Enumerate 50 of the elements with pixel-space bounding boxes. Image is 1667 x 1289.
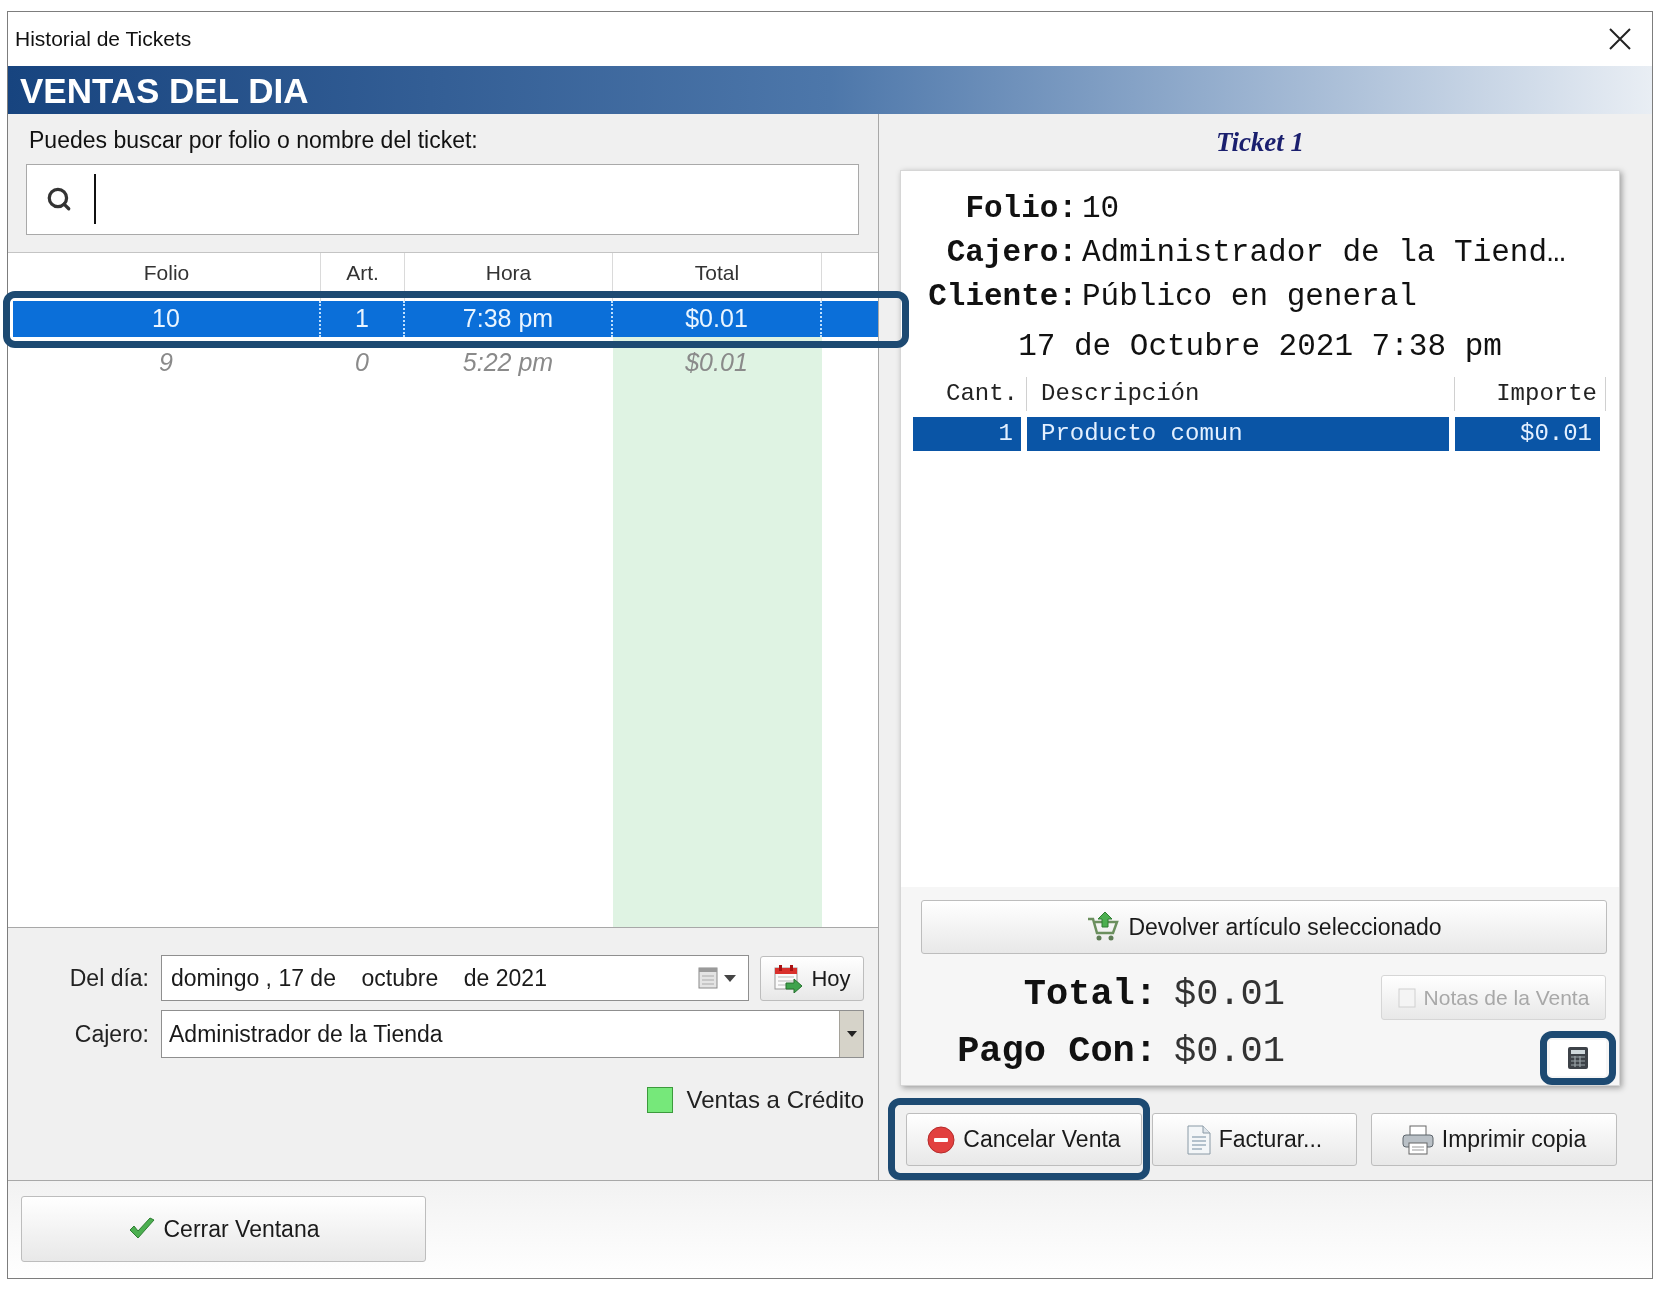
header-banner: VENTAS DEL DIA: [8, 66, 1652, 114]
print-copy-button[interactable]: Imprimir copia: [1371, 1113, 1617, 1166]
invoice-button[interactable]: Facturar...: [1152, 1113, 1357, 1166]
document-icon: [1186, 1124, 1211, 1155]
field-value: Público en general: [1082, 278, 1418, 316]
return-item-button[interactable]: Devolver artículo seleccionado: [921, 900, 1607, 954]
cashier-dropdown[interactable]: Administrador de la Tienda: [161, 1010, 864, 1058]
field-label: Folio:: [964, 190, 1077, 228]
minus-circle-icon: [927, 1125, 956, 1154]
total-value: $0.01: [1174, 972, 1286, 1017]
table-cell: Producto comun: [1027, 417, 1455, 451]
date-label: Del día:: [68, 963, 149, 993]
ticket-date: 17 de Octubre 2021 7:38 pm: [1018, 328, 1502, 366]
search-icon: [46, 186, 72, 212]
close-icon: [1608, 27, 1632, 51]
date-field[interactable]: domingo , 17 de octubre de 2021: [161, 955, 749, 1001]
table-cell-text: 0: [354, 347, 370, 379]
search-field[interactable]: [26, 164, 859, 235]
check-icon: [127, 1217, 156, 1241]
text-cursor-icon: [94, 174, 96, 224]
total-label: Total:: [1022, 972, 1157, 1017]
table-cell-text: 9: [158, 347, 174, 379]
search-label: Puedes buscar por folio o nombre del ticket:: [29, 127, 478, 153]
cancel-sale-button[interactable]: Cancelar Venta: [906, 1113, 1142, 1166]
column-header[interactable]: Cant.: [913, 377, 1027, 411]
field-value: Administrador de la Tiend…: [1082, 234, 1567, 272]
today-button[interactable]: Hoy: [760, 955, 864, 1001]
field-value: 10: [1082, 190, 1121, 228]
legend-label: Ventas a Crédito: [686, 1085, 864, 1115]
calculator-button[interactable]: [1550, 1040, 1606, 1076]
window-title: Historial de Tickets: [15, 26, 192, 53]
column-header[interactable]: Descripción: [1027, 377, 1455, 411]
calculator-icon: [1567, 1046, 1589, 1070]
field-label: Cliente:: [927, 278, 1077, 316]
note-icon: [1397, 987, 1416, 1008]
cart-arrow-icon: [1086, 911, 1121, 943]
calendar-arrow-icon: [773, 963, 804, 993]
table-row[interactable]: 1 Producto comun $0.01: [913, 417, 1606, 451]
printer-icon: [1401, 1124, 1434, 1155]
table-cell: $0.01: [1455, 417, 1606, 451]
cashier-label: Cajero:: [73, 1019, 149, 1049]
table-row[interactable]: 10 1 7:38 pm $0.01: [13, 301, 878, 337]
close-window-button[interactable]: Cerrar Ventana: [21, 1196, 426, 1262]
column-header[interactable]: Importe: [1455, 377, 1606, 411]
ticket-title: Ticket 1: [1215, 125, 1305, 159]
table-cell-text: 5:22 pm: [461, 347, 555, 379]
total-value: $0.01: [1174, 1028, 1286, 1074]
total-label: Pago Con:: [956, 1028, 1157, 1074]
table-cell: 1: [913, 417, 1027, 451]
field-label: Cajero:: [945, 234, 1077, 272]
